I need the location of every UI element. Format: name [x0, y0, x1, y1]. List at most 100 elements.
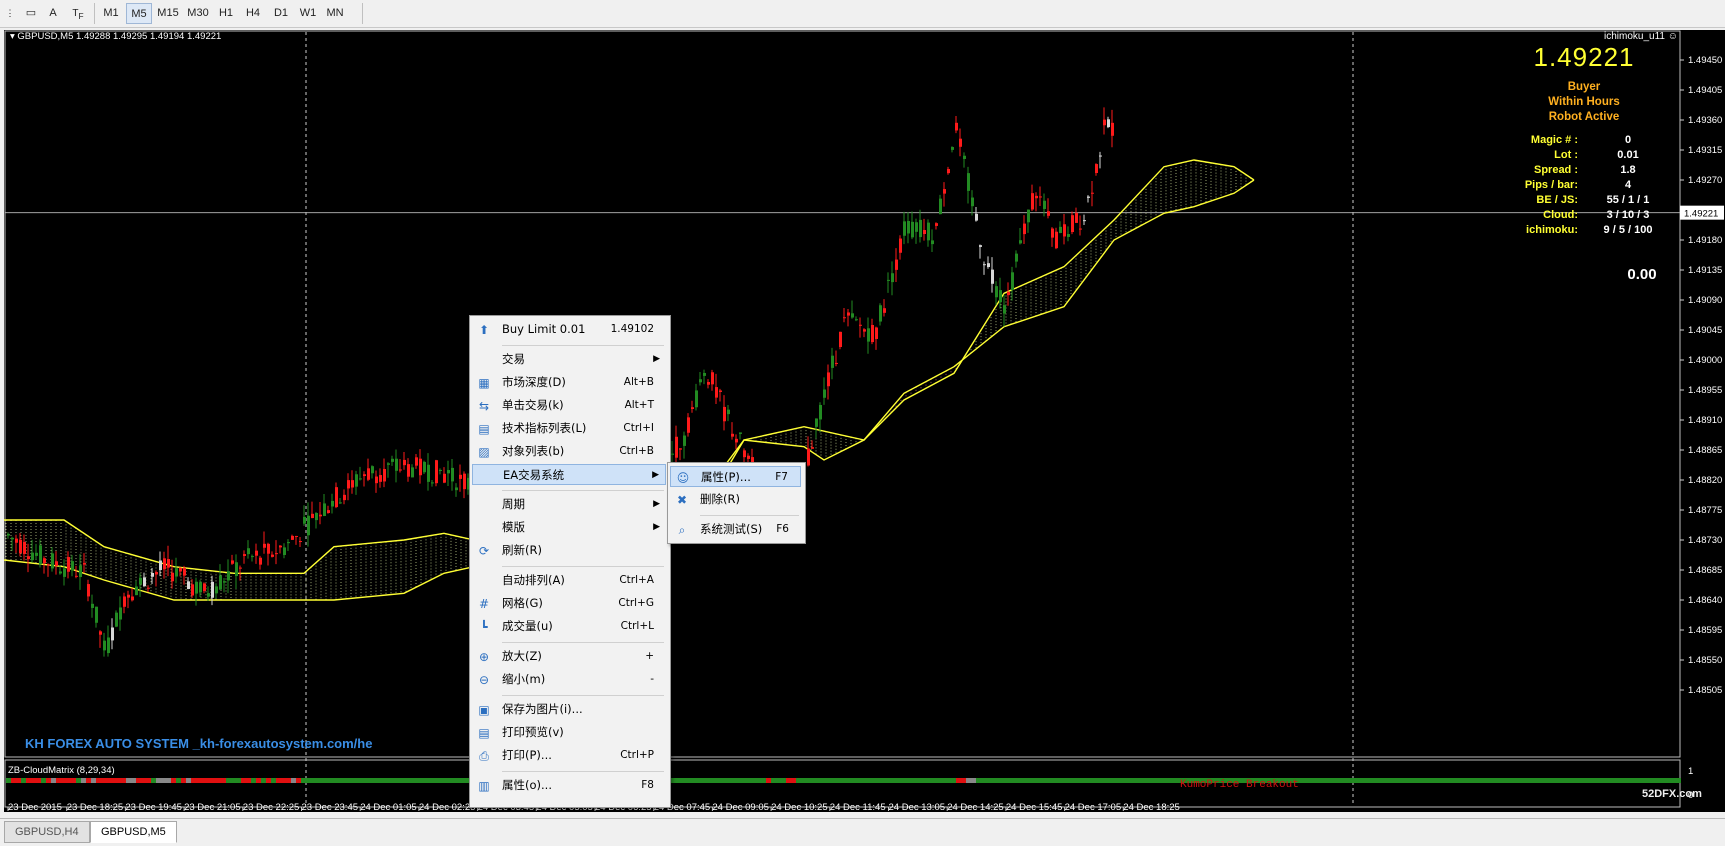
candle-body: [451, 467, 454, 482]
text-tool-icon[interactable]: A: [44, 3, 62, 24]
candle-body: [363, 474, 366, 477]
candle-body: [15, 538, 18, 543]
candle-body: [887, 279, 890, 281]
text-label-tool-icon[interactable]: TF: [66, 3, 90, 24]
x-tick-label: 24 Dec 13:05: [889, 802, 946, 812]
grid-icon: #: [478, 597, 490, 611]
menu-item[interactable]: ⬆ Buy Limit 0.01 1.49102: [472, 319, 666, 340]
cloud-matrix-cell: [361, 778, 366, 783]
period-button-mn[interactable]: MN: [322, 3, 348, 24]
cloud-matrix-cell: [306, 778, 311, 783]
chart-tab[interactable]: GBPUSD,H4: [4, 821, 90, 843]
candle-body: [1011, 272, 1014, 290]
cloud-matrix-cell: [746, 778, 751, 783]
chart-tab[interactable]: GBPUSD,M5: [90, 821, 177, 843]
candle-body: [391, 458, 394, 462]
menu-item[interactable]: 模版 ▶: [472, 517, 666, 538]
candle-body: [1083, 220, 1086, 222]
period-button-m15[interactable]: M15: [154, 3, 182, 24]
candle-body: [935, 223, 938, 226]
period-button-w1[interactable]: W1: [296, 3, 320, 24]
cloud-matrix-cell: [1476, 778, 1481, 783]
menu-item[interactable]: ▤ 打印预览(v): [472, 722, 666, 743]
cloud-matrix-cell: [61, 778, 66, 783]
x-tick-label: 24 Dec 14:25: [947, 802, 1004, 812]
period-button-m5[interactable]: M5: [126, 3, 152, 24]
cloud-matrix-cell: [316, 778, 321, 783]
cloud-matrix-cell: [941, 778, 946, 783]
candle-body: [731, 433, 734, 437]
chart-collapse-icon[interactable]: ▾: [10, 31, 15, 42]
menu-item[interactable]: EA交易系统 ▶: [472, 464, 666, 485]
cloud-matrix-cell: [41, 778, 46, 783]
menu-item-label: 交易: [502, 352, 525, 366]
menu-item-shortcut: +: [645, 650, 654, 662]
cloud-matrix-cell: [1531, 778, 1536, 783]
cloud-matrix-cell: [1546, 778, 1551, 783]
menu-item[interactable]: ▥ 属性(o)... F8: [472, 775, 666, 796]
candle-body: [947, 169, 950, 174]
menu-item[interactable]: ✖ 删除(R): [670, 489, 801, 510]
cloud-matrix-cell: [1341, 778, 1346, 783]
period-button-h4[interactable]: H4: [240, 3, 266, 24]
period-button-d1[interactable]: D1: [268, 3, 294, 24]
cloud-matrix-cell: [1151, 778, 1156, 783]
cloud-matrix-cell: [246, 778, 251, 783]
period-button-m1[interactable]: M1: [98, 3, 124, 24]
ea-param-label: Spread :: [1533, 164, 1578, 176]
menu-item[interactable]: ⇆ 单击交易(k) Alt+T: [472, 395, 666, 416]
menu-item[interactable]: 自动排列(A) Ctrl+A: [472, 570, 666, 591]
chart-canvas[interactable]: 1.494501.494051.493601.493151.492701.491…: [4, 30, 1725, 812]
menu-item[interactable]: ▣ 保存为图片(i)...: [472, 699, 666, 720]
cloud-matrix-cell: [1661, 778, 1666, 783]
candle-body: [31, 552, 34, 561]
period-button-m30[interactable]: M30: [184, 3, 212, 24]
cloud-matrix-cell: [1346, 778, 1351, 783]
cloud-matrix-cell: [756, 778, 761, 783]
candle-body: [939, 198, 942, 215]
menu-item[interactable]: # 网格(G) Ctrl+G: [472, 593, 666, 614]
cloud-matrix-cell: [96, 778, 101, 783]
menu-item-label: 对象列表(b): [502, 444, 565, 458]
candle-body: [1059, 226, 1062, 233]
sub-pane-border: [4, 759, 1681, 808]
menu-item[interactable]: 周期 ▶: [472, 494, 666, 515]
candle-body: [39, 545, 42, 565]
x-tick-label: 23 Dec 2015: [8, 802, 62, 812]
menu-item-shortcut: Ctrl+L: [620, 620, 654, 632]
cloud-matrix-cell: [971, 778, 976, 783]
cloud-matrix-cell: [1541, 778, 1546, 783]
menu-item[interactable]: ⊖ 缩小(m) -: [472, 669, 666, 690]
candle-body: [1039, 196, 1042, 198]
cloud-matrix-cell: [1021, 778, 1026, 783]
cloud-matrix-cell: [321, 778, 326, 783]
candle-body: [147, 587, 150, 589]
menu-item-label: Buy Limit 0.01: [502, 322, 586, 336]
period-button-h1[interactable]: H1: [214, 3, 238, 24]
menu-item[interactable]: ⌕ 系统测试(S) F6: [670, 519, 801, 540]
menu-item[interactable]: ⟳ 刷新(R): [472, 540, 666, 561]
cloud-matrix-cell: [1671, 778, 1676, 783]
x-tick-label: 24 Dec 02:25: [419, 802, 476, 812]
cloud-matrix-cell: [791, 778, 796, 783]
candle-body: [431, 482, 434, 484]
candle-body: [215, 586, 218, 594]
menu-item[interactable]: ┗ 成交量(u) Ctrl+L: [472, 616, 666, 637]
cloud-matrix-cell: [296, 778, 301, 783]
menu-item[interactable]: ☺ 属性(P)... F7: [670, 466, 801, 487]
zoom-out-icon: ⊖: [478, 673, 490, 687]
menu-item[interactable]: ▤ 技术指标列表(L) Ctrl+I: [472, 418, 666, 439]
menu-item[interactable]: 交易 ▶: [472, 349, 666, 370]
rectangle-tool-icon[interactable]: ▭: [20, 3, 42, 24]
menu-item[interactable]: ⊕ 放大(Z) +: [472, 646, 666, 667]
candle-body: [999, 290, 1002, 303]
chart-window[interactable]: 1.49450 1.49405 1.49360 1.49315 1.49270 1.491…: [4, 30, 1725, 812]
toolbar-drag-handle-icon[interactable]: ⋮: [2, 3, 18, 24]
candle-body: [1051, 228, 1054, 238]
cloud-matrix-cell: [326, 778, 331, 783]
menu-item[interactable]: ▨ 对象列表(b) Ctrl+B: [472, 441, 666, 462]
menu-item[interactable]: ⎙ 打印(P)... Ctrl+P: [472, 745, 666, 766]
cloud-matrix-cell: [1166, 778, 1171, 783]
menu-item[interactable]: ▦ 市场深度(D) Alt+B: [472, 372, 666, 393]
indicator-name: ichimoku_u11: [1604, 31, 1665, 42]
